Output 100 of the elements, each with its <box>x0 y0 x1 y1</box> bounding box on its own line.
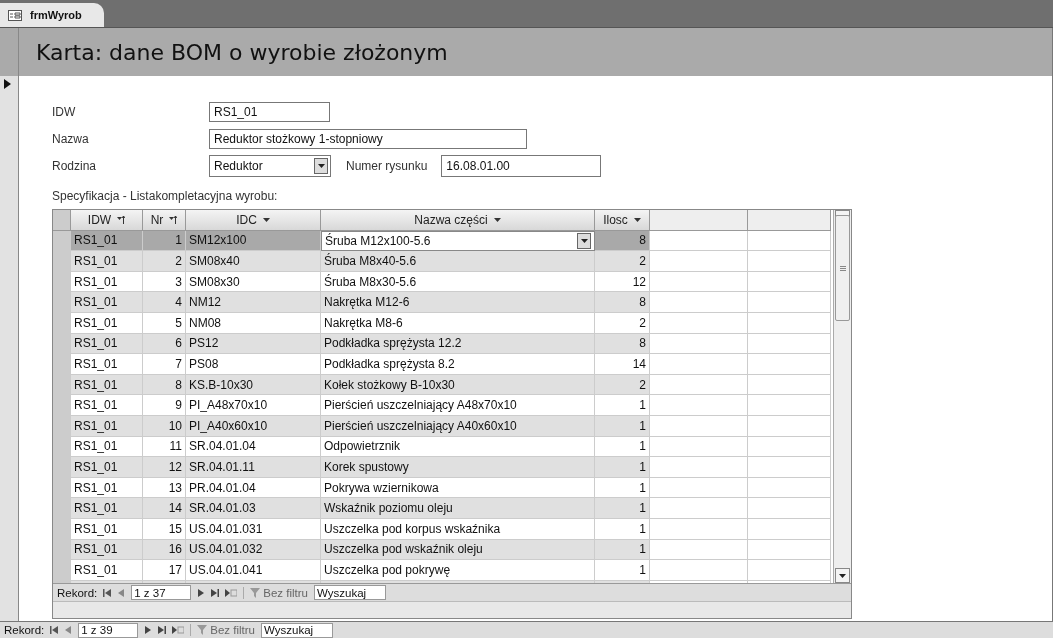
combo-box[interactable]: Reduktor <box>209 154 331 177</box>
table-cell: 2 <box>595 251 650 272</box>
record-position-field[interactable]: 1 z 39 <box>78 622 139 638</box>
column-header[interactable] <box>650 210 748 231</box>
previous-record-icon <box>117 588 126 597</box>
new-record-icon <box>225 588 238 597</box>
table-cell: SM12x100 <box>186 230 321 252</box>
sort-ascending-icon <box>169 215 178 224</box>
text-field[interactable]: 16.08.01.00 <box>441 154 602 177</box>
field-label: Numer rysunku <box>346 158 428 173</box>
table-cell: 8 <box>595 292 650 313</box>
table-cell: PS12 <box>186 333 321 355</box>
table-cell: Pierścień uszczelniający A40x60x10 <box>321 415 595 437</box>
record-label: Rekord: <box>4 624 45 636</box>
table-cell: RS1_01 <box>71 539 143 561</box>
filter-button[interactable]: Bez filtru <box>190 624 256 636</box>
search-field[interactable]: Wyszukaj <box>314 585 387 601</box>
table-cell: 8 <box>595 230 650 252</box>
table-cell: 1 <box>595 539 650 561</box>
dropdown-arrow-icon <box>262 217 270 222</box>
record-position-field[interactable]: 1 z 37 <box>131 585 192 601</box>
form-title: Karta: dane BOM o wyrobie złożonym <box>36 39 448 65</box>
table-cell: 9 <box>143 395 186 416</box>
table-cell: Uszczelka pod korpus wskaźnika <box>321 518 595 540</box>
new-record-icon <box>172 626 185 634</box>
table-cell: 2 <box>143 251 186 272</box>
table-cell: SM08x40 <box>186 251 321 272</box>
table-cell: 5 <box>143 312 186 334</box>
table-cell: US.04.01.031 <box>186 518 321 540</box>
row-selector[interactable] <box>53 230 71 252</box>
table-cell: RS1_01 <box>71 457 143 478</box>
funnel-icon <box>250 587 261 598</box>
table-cell: RS1_01 <box>71 354 143 375</box>
table-cell: NM12 <box>186 292 321 313</box>
table-cell: NM08 <box>186 312 321 334</box>
table-cell: Uszczelka pod pokrywę <box>321 560 595 581</box>
next-record-icon <box>197 588 206 597</box>
field-label: Nazwa <box>52 131 90 146</box>
table-cell: 2 <box>595 374 650 396</box>
table-cell: 1 <box>595 457 650 478</box>
table-cell: Uszczelka pod wskaźnik oleju <box>321 539 595 561</box>
table-cell: RS1_01 <box>71 415 143 437</box>
field-label: Rodzina <box>52 158 98 173</box>
select-all-corner[interactable] <box>53 210 71 231</box>
document-tab[interactable]: frmWyrob <box>0 3 104 27</box>
table-cell: Nakrętka M12-6 <box>321 292 595 313</box>
table-cell: 4 <box>143 292 186 313</box>
combo-box[interactable]: Śruba M12x100-5.6 <box>321 230 595 252</box>
scroll-down-icon <box>839 573 846 578</box>
table-cell: 12 <box>143 457 186 478</box>
table-cell: Korek spustowy <box>321 457 595 478</box>
column-header[interactable]: IDW <box>71 210 143 231</box>
next-record-icon <box>144 626 153 634</box>
dropdown-arrow-icon <box>493 217 501 222</box>
first-record-icon <box>50 626 59 634</box>
dropdown-arrow-icon <box>580 238 588 243</box>
table-cell: SR.04.01.03 <box>186 498 321 519</box>
table-cell: 7 <box>143 354 186 375</box>
column-header[interactable]: Nazwa części <box>321 210 595 231</box>
horizontal-scrollbar[interactable] <box>53 601 851 618</box>
table-cell: RS1_01 <box>71 374 143 396</box>
table-cell: US.04.01.041 <box>186 560 321 581</box>
table-cell: Podkładka sprężysta 12.2 <box>321 333 595 355</box>
table-cell: 8 <box>143 374 186 396</box>
table-cell: RS1_01 <box>71 560 143 581</box>
table-cell: Nakrętka M8-6 <box>321 312 595 334</box>
table-cell: KS.B-10x30 <box>186 374 321 396</box>
funnel-icon <box>197 625 208 635</box>
table-cell: PS08 <box>186 354 321 375</box>
record-label: Rekord: <box>57 586 98 599</box>
table-cell: 1 <box>595 415 650 437</box>
subform-label: Specyfikacja - Listakompletacyjna wyrobu: <box>52 189 279 203</box>
row-selector[interactable] <box>53 560 71 581</box>
column-header[interactable] <box>748 210 831 231</box>
table-cell: 16 <box>143 539 186 561</box>
table-cell: RS1_01 <box>71 312 143 334</box>
last-record-icon <box>211 588 220 597</box>
table-cell: 1 <box>595 498 650 519</box>
table-cell: RS1_01 <box>71 333 143 355</box>
table-cell: 17 <box>143 560 186 581</box>
text-field[interactable]: RS1_01 <box>209 101 330 122</box>
record-selector-bar[interactable] <box>0 28 19 621</box>
table-cell: RS1_01 <box>71 230 143 252</box>
table-cell: Kołek stożkowy B-10x30 <box>321 374 595 396</box>
column-header[interactable]: IDC <box>186 210 321 231</box>
table-cell: RS1_01 <box>71 251 143 272</box>
table-cell: 8 <box>595 333 650 355</box>
filter-button[interactable]: Bez filtru <box>243 586 309 599</box>
text-field[interactable]: Reduktor stożkowy 1-stopniowy <box>209 128 527 149</box>
vertical-scrollbar[interactable] <box>833 210 851 583</box>
table-cell: 15 <box>143 518 186 540</box>
form-icon <box>8 9 22 21</box>
table-cell: PI_A40x60x10 <box>186 415 321 437</box>
previous-record-icon <box>64 626 73 634</box>
column-header[interactable]: Nr <box>143 210 186 231</box>
sort-ascending-icon <box>117 215 126 224</box>
search-field[interactable]: Wyszukaj <box>261 622 334 638</box>
column-header[interactable]: Ilosc <box>595 210 650 231</box>
grip-icon <box>839 265 846 271</box>
table-cell: Podkładka sprężysta 8.2 <box>321 354 595 375</box>
